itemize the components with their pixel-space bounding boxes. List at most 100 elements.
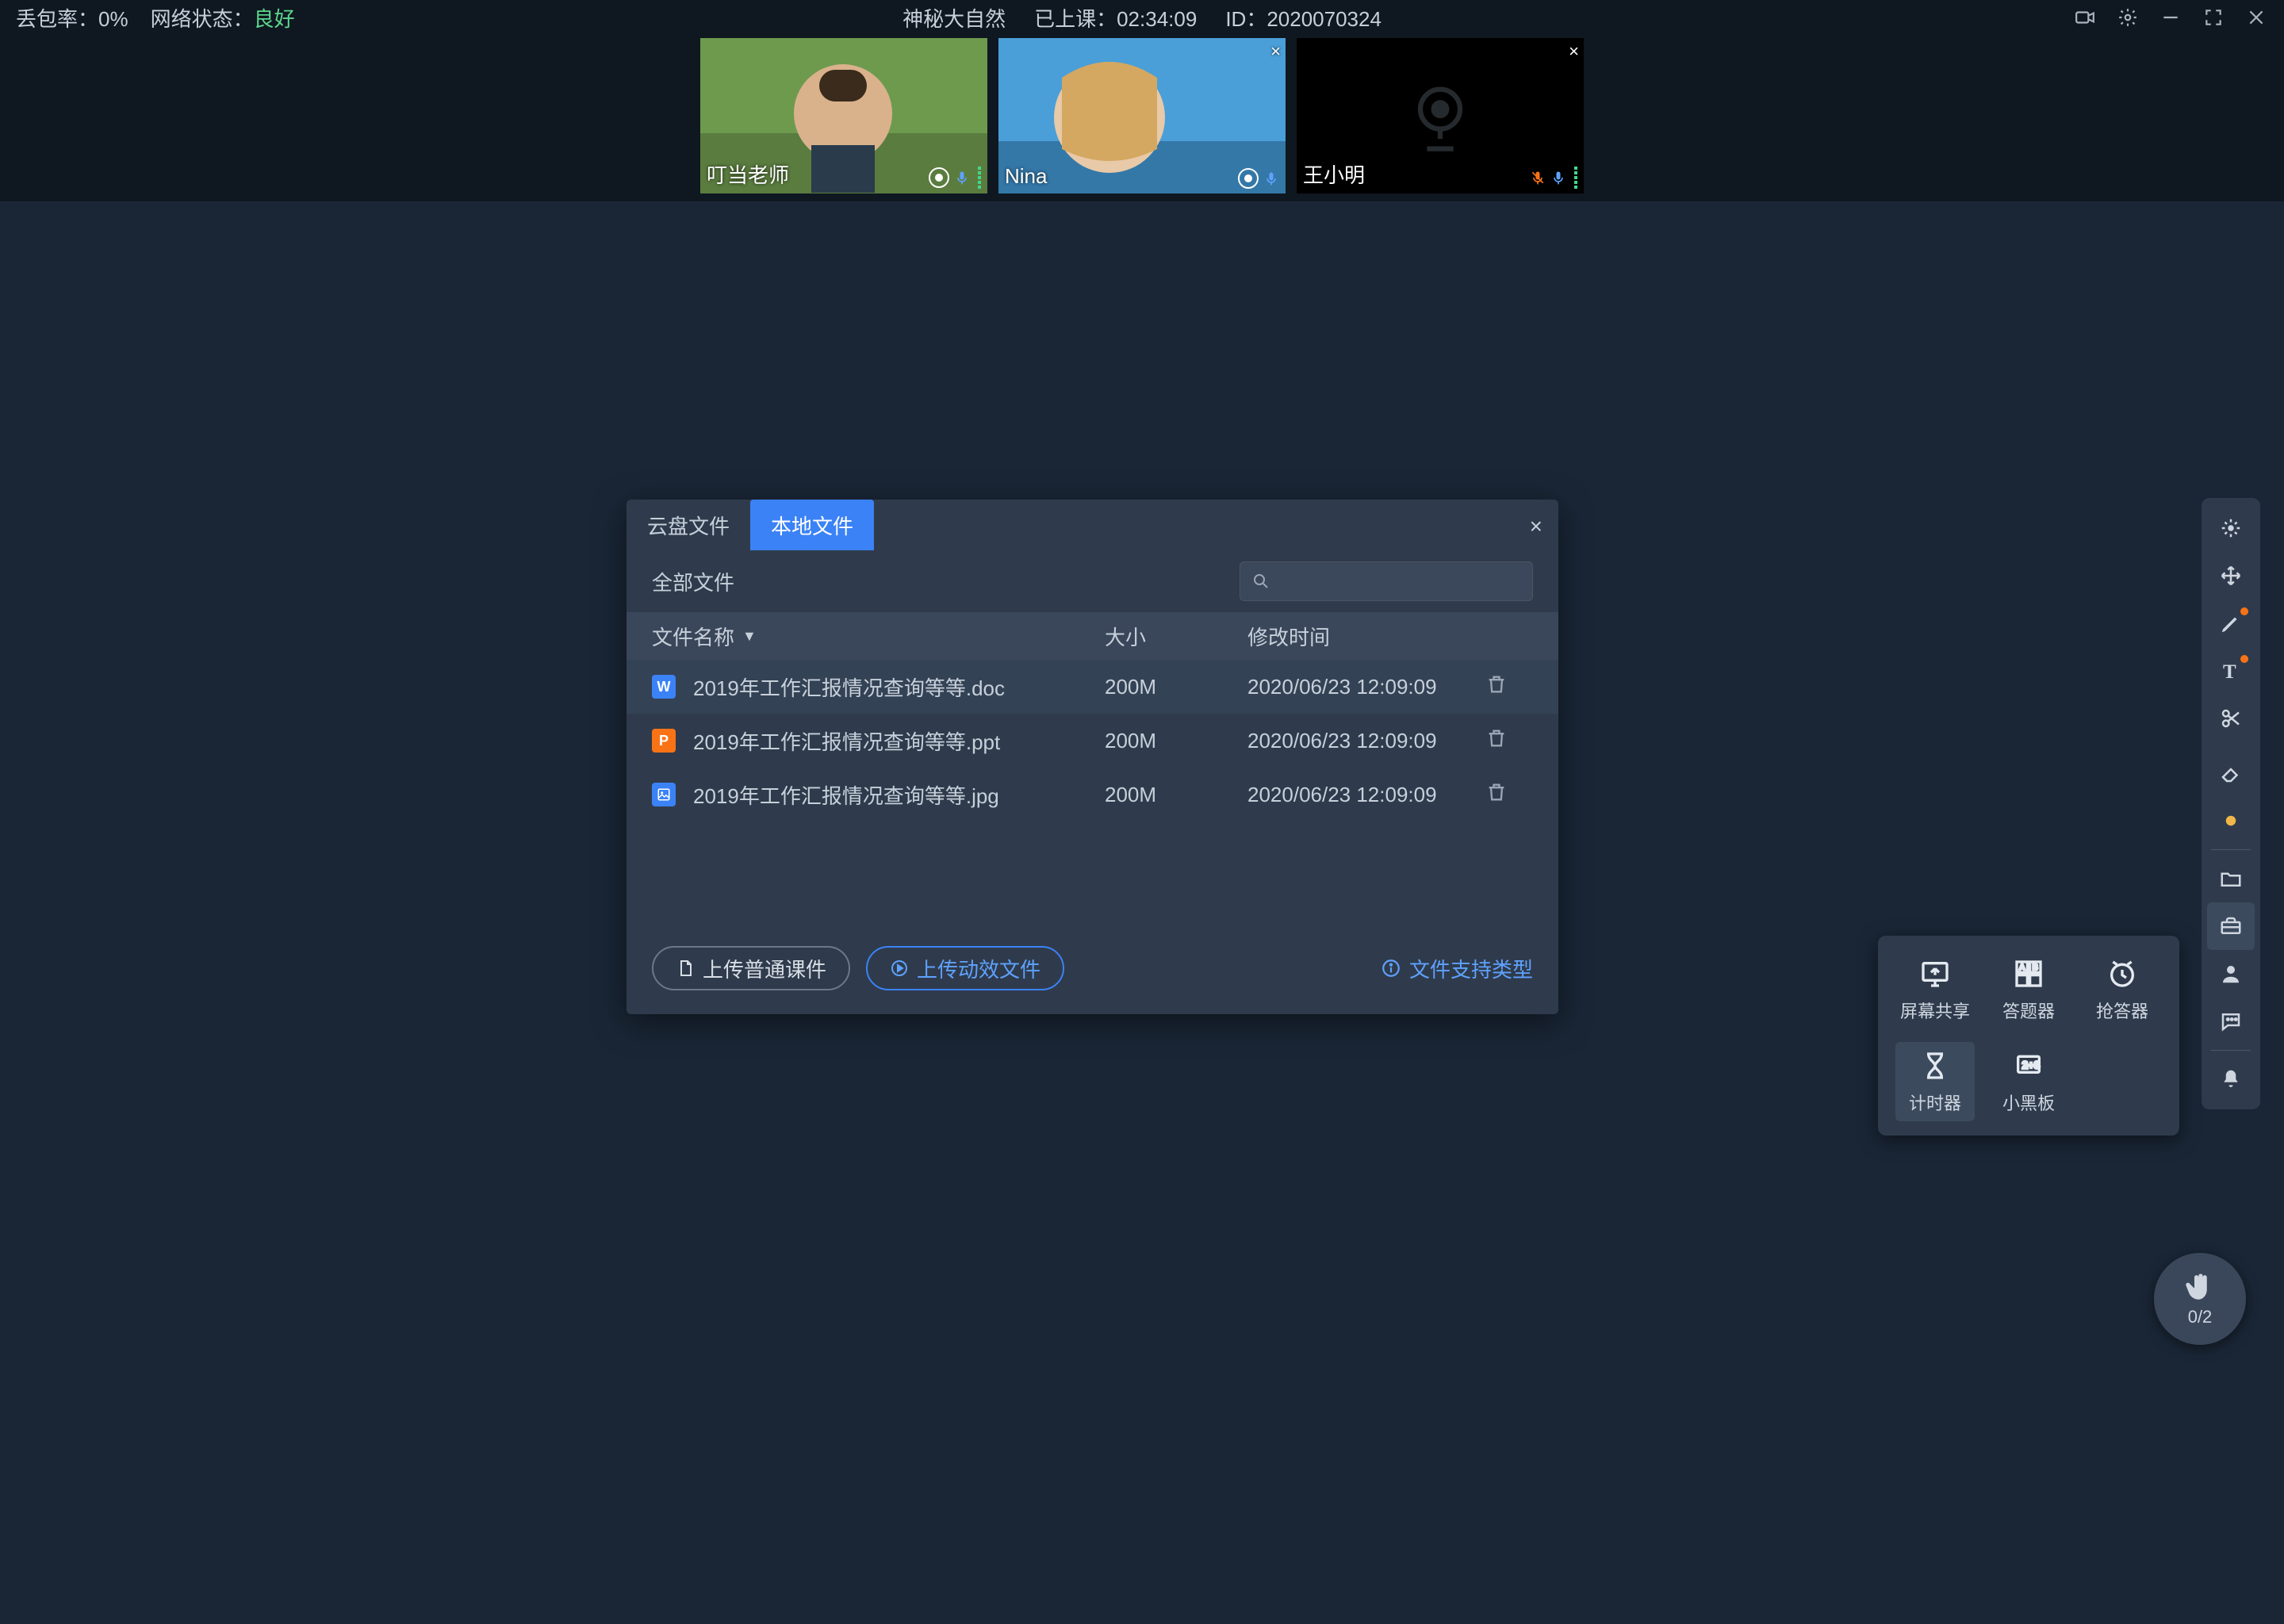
user-tool[interactable] [2207, 950, 2255, 998]
screenshare-icon [1918, 956, 1953, 991]
tool-label: 屏幕共享 [1900, 998, 1970, 1023]
file-dialog: 云盘文件 本地文件 × 全部文件 文件名称▼ 大小 修改时间 W2019年工作汇… [627, 500, 1558, 1014]
mic-icon [954, 167, 970, 188]
loss-label: 丢包率：0% [16, 3, 128, 33]
participant-name: 叮当老师 [707, 159, 789, 189]
quiz-tool[interactable]: AB 答题器 [1989, 950, 2068, 1029]
blackboard-tool[interactable]: 2+3 小黑板 [1989, 1042, 2068, 1121]
col-size[interactable]: 大小 [1105, 622, 1247, 651]
file-row[interactable]: W2019年工作汇报情况查询等等.doc 200M 2020/06/23 12:… [627, 660, 1558, 714]
file-size: 200M [1105, 729, 1247, 753]
file-row[interactable]: 2019年工作汇报情况查询等等.jpg 200M 2020/06/23 12:0… [627, 768, 1558, 822]
screenshare-tool[interactable]: 屏幕共享 [1895, 950, 1975, 1029]
text-tool[interactable]: T [2207, 647, 2255, 695]
svg-text:2+3: 2+3 [2022, 1059, 2041, 1071]
move-tool[interactable] [2207, 552, 2255, 599]
chat-tool[interactable] [2207, 998, 2255, 1045]
svg-text:A: A [2019, 963, 2025, 972]
course-name: 神秘大自然 [902, 3, 1006, 33]
file-size: 200M [1105, 675, 1247, 699]
filter-label[interactable]: 全部文件 [652, 567, 734, 596]
quiz-icon: AB [2011, 956, 2046, 991]
mic-icon [1263, 168, 1279, 189]
folder-tool[interactable] [2207, 855, 2255, 902]
svg-text:T: T [2223, 661, 2236, 683]
video-tile[interactable]: × Nina [998, 38, 1286, 193]
participant-name: 王小明 [1303, 159, 1365, 189]
hand-raise-button[interactable]: 0/2 [2154, 1253, 2246, 1345]
camera-icon[interactable] [2073, 6, 2097, 29]
close-tile-icon[interactable]: × [1569, 41, 1579, 62]
tools-popup: 屏幕共享 AB 答题器 抢答器 计时器 2+3 小黑板 [1878, 936, 2179, 1136]
delete-icon[interactable] [1485, 730, 1508, 754]
sort-arrow-icon: ▼ [742, 628, 757, 645]
file-time: 2020/06/23 12:09:09 [1247, 729, 1485, 753]
file-list: W2019年工作汇报情况查询等等.doc 200M 2020/06/23 12:… [627, 660, 1558, 822]
mic-icon [1550, 167, 1566, 188]
close-icon[interactable] [2244, 6, 2268, 29]
image-icon [652, 783, 676, 806]
record-icon [929, 167, 949, 188]
svg-text:B: B [2033, 963, 2038, 972]
tab-local-files[interactable]: 本地文件 [750, 500, 874, 550]
hourglass-icon [1918, 1048, 1953, 1083]
scissors-tool[interactable] [2207, 695, 2255, 742]
col-time[interactable]: 修改时间 [1247, 622, 1485, 651]
tool-label: 抢答器 [2096, 998, 2148, 1023]
hand-count: 0/2 [2188, 1307, 2213, 1327]
document-icon [676, 959, 695, 978]
file-size: 200M [1105, 783, 1247, 807]
color-dot-tool[interactable] [2207, 797, 2255, 845]
file-row[interactable]: P 2019年工作汇报情况查询等等.ppt 200M 2020/06/23 12:… [627, 714, 1558, 768]
file-name: 2019年工作汇报情况查询等等.jpg [693, 780, 999, 810]
file-time: 2020/06/23 12:09:09 [1247, 675, 1485, 699]
tool-label: 小黑板 [2002, 1090, 2055, 1115]
mic-muted-icon [1530, 167, 1546, 188]
session-id: ID：2020070324 [1225, 3, 1382, 33]
buzzer-tool[interactable]: 抢答器 [2083, 950, 2162, 1029]
volume-indicator [1574, 167, 1577, 189]
alarm-icon [2105, 956, 2140, 991]
doc-icon: W [652, 675, 676, 699]
supported-types-link[interactable]: 文件支持类型 [1381, 954, 1533, 983]
minimize-icon[interactable] [2159, 6, 2182, 29]
search-input[interactable] [1240, 561, 1533, 601]
timer-tool[interactable]: 计时器 [1895, 1042, 1975, 1121]
video-tile[interactable]: 叮当老师 [700, 38, 987, 193]
toolbox-tool[interactable] [2207, 902, 2255, 950]
upload-animated-button[interactable]: 上传动效文件 [866, 946, 1064, 990]
gear-icon[interactable] [2116, 6, 2140, 29]
table-header: 文件名称▼ 大小 修改时间 [627, 612, 1558, 660]
info-icon [1381, 958, 1401, 979]
tool-label: 计时器 [1909, 1090, 1961, 1115]
board-icon: 2+3 [2011, 1048, 2046, 1083]
topbar: 丢包率：0% 网络状态：良好 神秘大自然 已上课：02:34:09 ID：202… [0, 0, 2284, 35]
file-name: 2019年工作汇报情况查询等等.ppt [693, 726, 1000, 756]
video-row: 叮当老师 × Nina × 王小明 [0, 35, 2284, 201]
record-icon [1238, 168, 1259, 189]
duration: 已上课：02:34:09 [1034, 3, 1197, 33]
ppt-icon: P [652, 729, 676, 753]
col-filename[interactable]: 文件名称▼ [652, 622, 1105, 651]
volume-indicator [978, 167, 981, 189]
tab-cloud-files[interactable]: 云盘文件 [627, 500, 750, 550]
laser-tool[interactable] [2207, 504, 2255, 552]
close-tile-icon[interactable]: × [1270, 41, 1281, 62]
network-status: 网络状态：良好 [151, 3, 295, 33]
video-tile[interactable]: × 王小明 [1297, 38, 1584, 193]
search-icon [1251, 572, 1270, 591]
file-time: 2020/06/23 12:09:09 [1247, 783, 1485, 807]
hand-icon [2183, 1270, 2217, 1304]
tool-label: 答题器 [2002, 998, 2055, 1023]
delete-icon[interactable] [1485, 676, 1508, 700]
participant-name: Nina [1005, 164, 1047, 189]
dialog-close-icon[interactable]: × [1530, 514, 1542, 539]
right-toolbar: T [2202, 498, 2260, 1109]
upload-normal-button[interactable]: 上传普通课件 [652, 946, 850, 990]
delete-icon[interactable] [1485, 784, 1508, 808]
fullscreen-icon[interactable] [2202, 6, 2225, 29]
bell-tool[interactable] [2207, 1055, 2255, 1103]
play-icon [890, 959, 909, 978]
pen-tool[interactable] [2207, 599, 2255, 647]
eraser-tool[interactable] [2207, 749, 2255, 797]
